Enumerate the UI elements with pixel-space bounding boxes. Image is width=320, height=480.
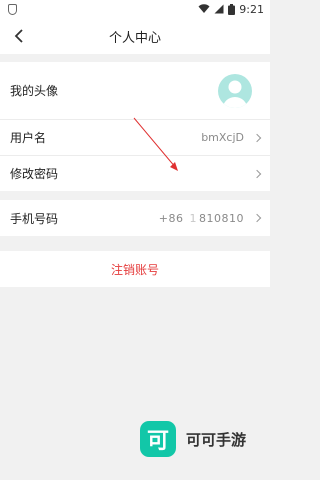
nav-bar: 个人中心 [0, 18, 270, 54]
avatar-row[interactable]: 我的头像 [0, 62, 270, 119]
phone-masked: 1 [189, 211, 197, 225]
change-password-chevron-group [250, 169, 262, 178]
status-right: 9:21 [198, 3, 264, 16]
delete-account-button[interactable]: 注销账号 [111, 261, 159, 278]
watermark-logo: 可 [140, 421, 176, 457]
wifi-icon [198, 4, 210, 13]
username-value-group: bmXcjD [201, 131, 262, 144]
status-time: 9:21 [239, 2, 264, 16]
phone-prefix: +86 [158, 211, 184, 225]
status-bar: 9:21 [0, 0, 270, 18]
watermark-text: 可可手游 [186, 430, 247, 449]
username-row[interactable]: 用户名 bmXcjD [0, 119, 270, 155]
change-password-label: 修改密码 [10, 167, 59, 181]
shield-icon [8, 3, 17, 15]
status-left [8, 3, 17, 15]
back-button[interactable] [8, 24, 30, 48]
page-title: 个人中心 [108, 30, 161, 46]
avatar-label: 我的头像 [10, 84, 59, 98]
battery-icon [228, 3, 236, 15]
watermark: 可 可可手游 [140, 421, 246, 457]
phone-value: 810810 [199, 211, 244, 225]
cellular-signal-icon [214, 4, 224, 14]
phone-label: 手机号码 [10, 211, 59, 226]
username-label: 用户名 [10, 131, 47, 145]
logout-section: 注销账号 [0, 251, 270, 287]
account-section: 手机号码 +86 1 810810 [0, 200, 270, 236]
username-value: bmXcjD [201, 131, 244, 144]
chevron-right-icon [252, 133, 262, 142]
chevron-left-icon [14, 29, 23, 43]
avatar[interactable] [218, 73, 252, 108]
chevron-right-icon [252, 169, 262, 178]
user-silhouette-icon [223, 80, 247, 108]
profile-section: 我的头像 用户名 bmXcjD 修改密码 [0, 62, 270, 191]
chevron-right-icon [252, 213, 262, 223]
change-password-row[interactable]: 修改密码 [0, 155, 270, 191]
phone-value-group: +86 1 810810 [158, 211, 262, 225]
phone-row[interactable]: 手机号码 +86 1 810810 [0, 200, 270, 236]
